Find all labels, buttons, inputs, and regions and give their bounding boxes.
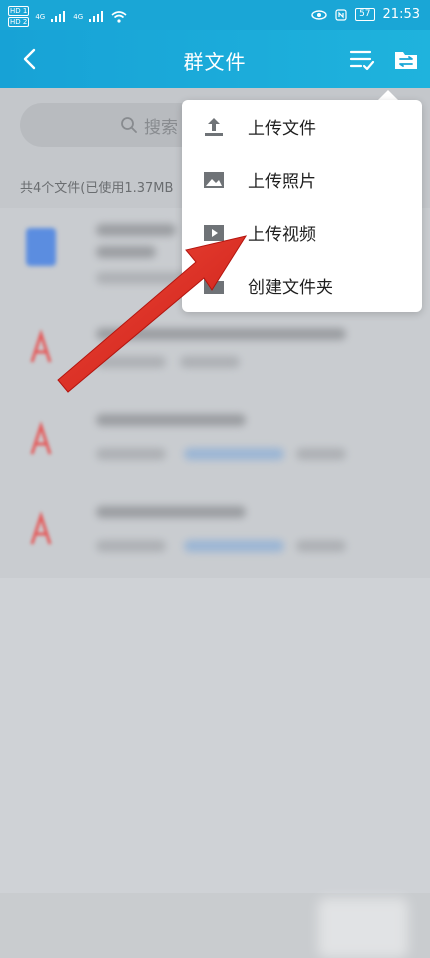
folder-transfer-icon[interactable] [392, 47, 420, 73]
nfc-icon [335, 8, 347, 21]
title-bar: 群文件 [0, 30, 430, 88]
battery-indicator: 57 [355, 8, 375, 21]
pdf-file-icon [30, 511, 52, 545]
menu-item-label: 上传视频 [248, 225, 316, 245]
upload-menu: 上传文件 上传照片 上传视频 创建文件夹 [182, 100, 422, 312]
doc-file-icon [26, 228, 56, 266]
signal-icon-2 [89, 11, 105, 22]
search-placeholder: 搜索 [144, 118, 178, 138]
list-item[interactable] [0, 308, 430, 400]
status-time: 21:53 [382, 7, 420, 22]
watermark [318, 898, 408, 958]
video-icon [204, 225, 224, 241]
folder-icon [204, 279, 224, 294]
image-icon [204, 172, 224, 188]
menu-item-label: 上传文件 [248, 119, 316, 139]
signal-icon [51, 11, 67, 22]
network-type-2: 4G [73, 12, 84, 21]
network-type-1: 4G [35, 12, 46, 21]
list-item[interactable] [0, 400, 430, 492]
list-item[interactable] [0, 490, 430, 582]
upload-icon [205, 118, 223, 136]
hd-badge: HD 1 HD 2 [8, 6, 30, 27]
menu-caret [378, 90, 398, 100]
pdf-file-icon [30, 329, 52, 363]
status-right: 57 21:53 [311, 7, 420, 22]
wifi-icon [111, 10, 127, 23]
multi-select-icon[interactable] [348, 47, 376, 73]
menu-item-create-folder[interactable]: 创建文件夹 [182, 259, 422, 312]
status-left: HD 1 HD 2 4G 4G [8, 6, 127, 27]
status-bar: HD 1 HD 2 4G 4G 57 21:53 [0, 0, 430, 30]
menu-item-upload-file[interactable]: 上传文件 [182, 100, 422, 153]
search-icon [121, 117, 137, 133]
menu-item-label: 创建文件夹 [248, 278, 333, 298]
menu-item-upload-video[interactable]: 上传视频 [182, 206, 422, 259]
menu-item-upload-photo[interactable]: 上传照片 [182, 153, 422, 206]
menu-item-label: 上传照片 [248, 172, 316, 192]
eye-icon [311, 9, 327, 20]
file-summary: 共4个文件(已使用1.37MB [20, 181, 174, 196]
pdf-file-icon [30, 421, 52, 455]
